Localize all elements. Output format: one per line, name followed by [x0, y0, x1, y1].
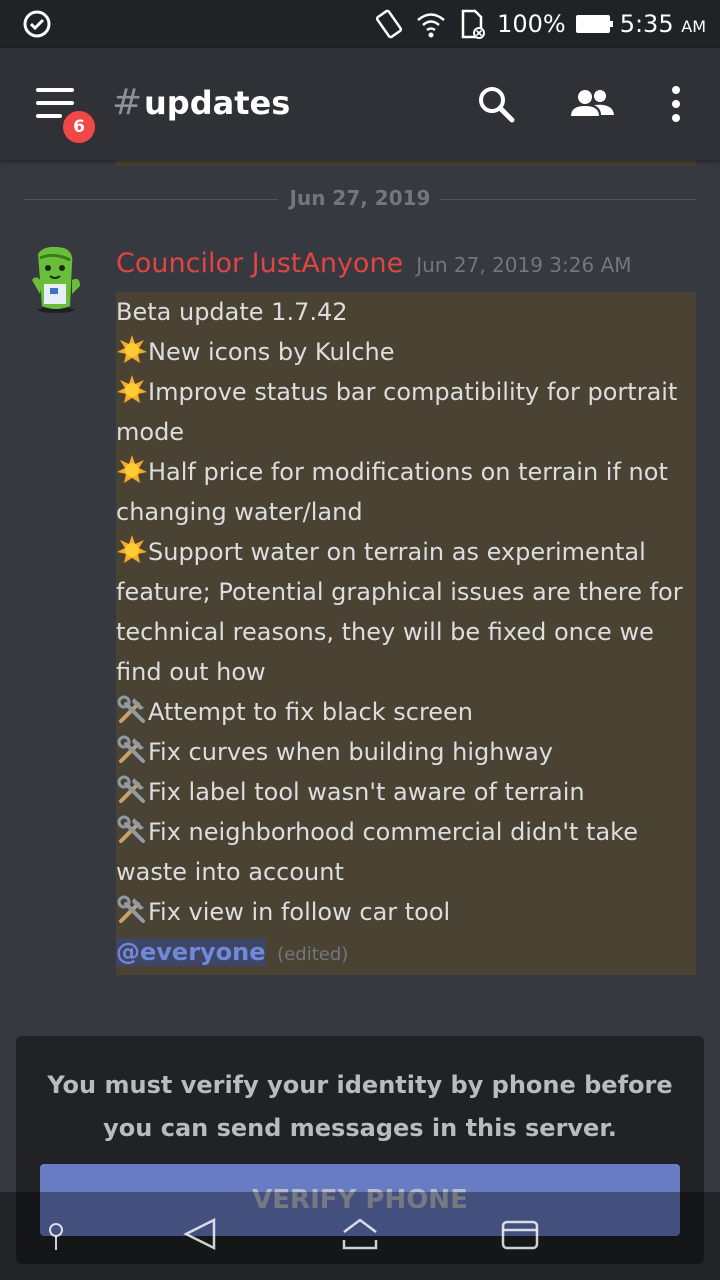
sun-emoji-icon — [117, 455, 147, 483]
clock-time: 5:35 — [619, 10, 674, 38]
list-item-text: Fix label tool wasn't aware of terrain — [148, 778, 585, 806]
sync-check-icon — [23, 10, 51, 38]
back-icon[interactable] — [182, 1216, 218, 1252]
tools-emoji-icon — [117, 815, 145, 843]
tools-emoji-icon — [117, 775, 145, 803]
channel-hash-icon: # — [112, 82, 143, 123]
list-item-text: Improve status bar compatibility for por… — [116, 378, 678, 446]
date-divider-label: Jun 27, 2019 — [289, 186, 431, 210]
home-icon[interactable] — [340, 1216, 380, 1252]
everyone-mention[interactable]: @everyone — [116, 938, 266, 966]
wifi-icon — [417, 13, 445, 38]
members-icon[interactable] — [568, 84, 616, 124]
sd-card-icon — [461, 9, 486, 39]
edited-label: (edited) — [277, 944, 349, 965]
battery-percent: 100% — [497, 10, 566, 38]
list-item-text: Half price for modifications on terrain … — [116, 458, 668, 526]
tools-emoji-icon — [117, 695, 145, 723]
clock-ampm: AM — [681, 17, 706, 36]
key-icon[interactable] — [44, 1222, 68, 1252]
message-title: Beta update 1.7.42 — [116, 298, 348, 326]
status-bar: 100% 5:35 AM — [0, 0, 720, 48]
list-item: Half price for modifications on terrain … — [116, 452, 696, 532]
message-list[interactable]: Jun 27, 2019 Councilor JustAnyone Jun 27… — [0, 160, 720, 1040]
sun-emoji-icon — [117, 535, 147, 563]
list-item: Support water on terrain as experimental… — [116, 532, 696, 692]
list-item-text: Support water on terrain as experimental… — [116, 538, 683, 686]
vibrate-icon — [375, 9, 403, 39]
list-item-text: Attempt to fix black screen — [148, 698, 474, 726]
author-name[interactable]: Councilor JustAnyone — [116, 248, 403, 279]
tools-emoji-icon — [117, 895, 145, 923]
sun-emoji-icon — [117, 375, 147, 403]
date-divider: Jun 27, 2019 — [24, 182, 696, 216]
notification-badge: 6 — [60, 108, 98, 146]
sun-emoji-icon — [117, 335, 147, 363]
mention-line: @everyone (edited) — [116, 932, 696, 975]
message-header: Councilor JustAnyone Jun 27, 2019 3:26 A… — [116, 248, 632, 279]
list-item: Fix neighborhood commercial didn't take … — [116, 812, 696, 892]
channel-header: 6 # updates — [0, 48, 720, 160]
more-options-icon[interactable] — [656, 84, 696, 124]
verify-message: You must verify your identity by phone b… — [47, 1071, 673, 1142]
list-item: Attempt to fix black screen — [116, 692, 696, 732]
list-item-text: Fix neighborhood commercial didn't take … — [116, 818, 638, 886]
list-item: Fix label tool wasn't aware of terrain — [116, 772, 696, 812]
list-item: New icons by Kulche — [116, 332, 696, 372]
tools-emoji-icon — [117, 735, 145, 763]
search-icon[interactable] — [476, 84, 516, 124]
list-item-text: Fix view in follow car tool — [148, 898, 451, 926]
channel-title: updates — [144, 84, 291, 122]
battery-icon — [575, 15, 613, 33]
system-navigation-bar — [0, 1192, 720, 1280]
list-item: Fix curves when building highway — [116, 732, 696, 772]
list-item: Fix view in follow car tool — [116, 892, 696, 932]
recent-apps-icon[interactable] — [500, 1216, 540, 1252]
list-item-text: New icons by Kulche — [148, 338, 395, 366]
list-item: Improve status bar compatibility for por… — [116, 372, 696, 452]
previous-message-mention — [116, 160, 248, 166]
clock: 5:35 AM — [620, 10, 706, 38]
message-content[interactable]: Beta update 1.7.42 New icons by Kulche I… — [116, 292, 696, 975]
previous-message-highlight — [248, 160, 696, 166]
list-item-text: Fix curves when building highway — [148, 738, 553, 766]
author-avatar[interactable] — [24, 244, 88, 314]
message-timestamp: Jun 27, 2019 3:26 AM — [416, 253, 632, 277]
